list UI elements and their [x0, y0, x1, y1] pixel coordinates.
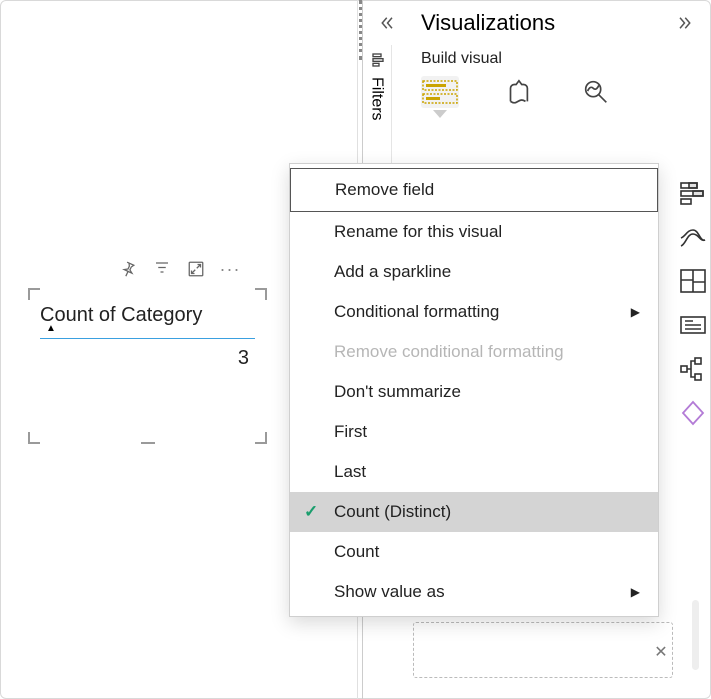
filter-icon[interactable] [152, 259, 172, 279]
analytics-tab-icon[interactable] [577, 76, 615, 108]
pane-scrollbar[interactable] [692, 600, 699, 670]
stacked-bar-icon[interactable] [679, 180, 707, 206]
menu-last[interactable]: Last [290, 452, 658, 492]
resize-handle-b[interactable] [141, 442, 155, 444]
menu-show-value-as[interactable]: Show value as▶ [290, 572, 658, 612]
resize-handle-tr[interactable] [255, 288, 267, 300]
more-options-icon[interactable]: ··· [220, 259, 240, 279]
card-icon[interactable] [679, 312, 707, 338]
treemap-icon[interactable] [679, 268, 707, 294]
chevron-down-icon [433, 110, 447, 118]
column-header[interactable]: Count of Category ▲ [40, 298, 255, 339]
focus-mode-icon[interactable] [186, 259, 206, 279]
visual-float-toolbar: ··· [118, 259, 240, 279]
expand-pane-icon[interactable] [675, 12, 697, 34]
menu-first[interactable]: First [290, 412, 658, 452]
menu-add-sparkline[interactable]: Add a sparkline [290, 252, 658, 292]
menu-conditional-formatting[interactable]: Conditional formatting▶ [290, 292, 658, 332]
format-tab-icon[interactable] [499, 76, 537, 108]
menu-count[interactable]: Count [290, 532, 658, 572]
table-visual[interactable]: Count of Category ▲ 3 [30, 290, 265, 442]
build-tab-icon[interactable] [421, 76, 459, 108]
menu-count-distinct[interactable]: ✓Count (Distinct) [290, 492, 658, 532]
visual-type-gallery [675, 180, 711, 426]
remove-field-x-icon[interactable]: ✕ [651, 642, 671, 662]
pane-title: Visualizations [397, 10, 675, 36]
resize-handle-br[interactable] [255, 432, 267, 444]
collapse-pane-icon[interactable] [375, 12, 397, 34]
pane-tab-row [363, 76, 711, 108]
pin-icon[interactable] [118, 259, 138, 279]
resize-handle-tl[interactable] [28, 288, 40, 300]
decomposition-tree-icon[interactable] [679, 356, 707, 382]
menu-rename[interactable]: Rename for this visual [290, 212, 658, 252]
check-icon: ✓ [304, 502, 318, 522]
field-context-menu: Remove field Rename for this visual Add … [289, 163, 659, 617]
column-header-label: Count of Category [40, 304, 202, 326]
ribbon-chart-icon[interactable] [679, 224, 707, 250]
menu-remove-conditional-formatting: Remove conditional formatting [290, 332, 658, 372]
chevron-right-icon: ▶ [631, 585, 640, 599]
chevron-right-icon: ▶ [631, 305, 640, 319]
menu-dont-summarize[interactable]: Don't summarize [290, 372, 658, 412]
cell-value: 3 [40, 339, 255, 370]
field-well-dropzone[interactable] [413, 622, 673, 678]
diamond-icon[interactable] [679, 400, 707, 426]
pane-subtitle: Build visual [363, 42, 711, 76]
menu-remove-field[interactable]: Remove field [290, 168, 658, 212]
resize-handle-bl[interactable] [28, 432, 40, 444]
